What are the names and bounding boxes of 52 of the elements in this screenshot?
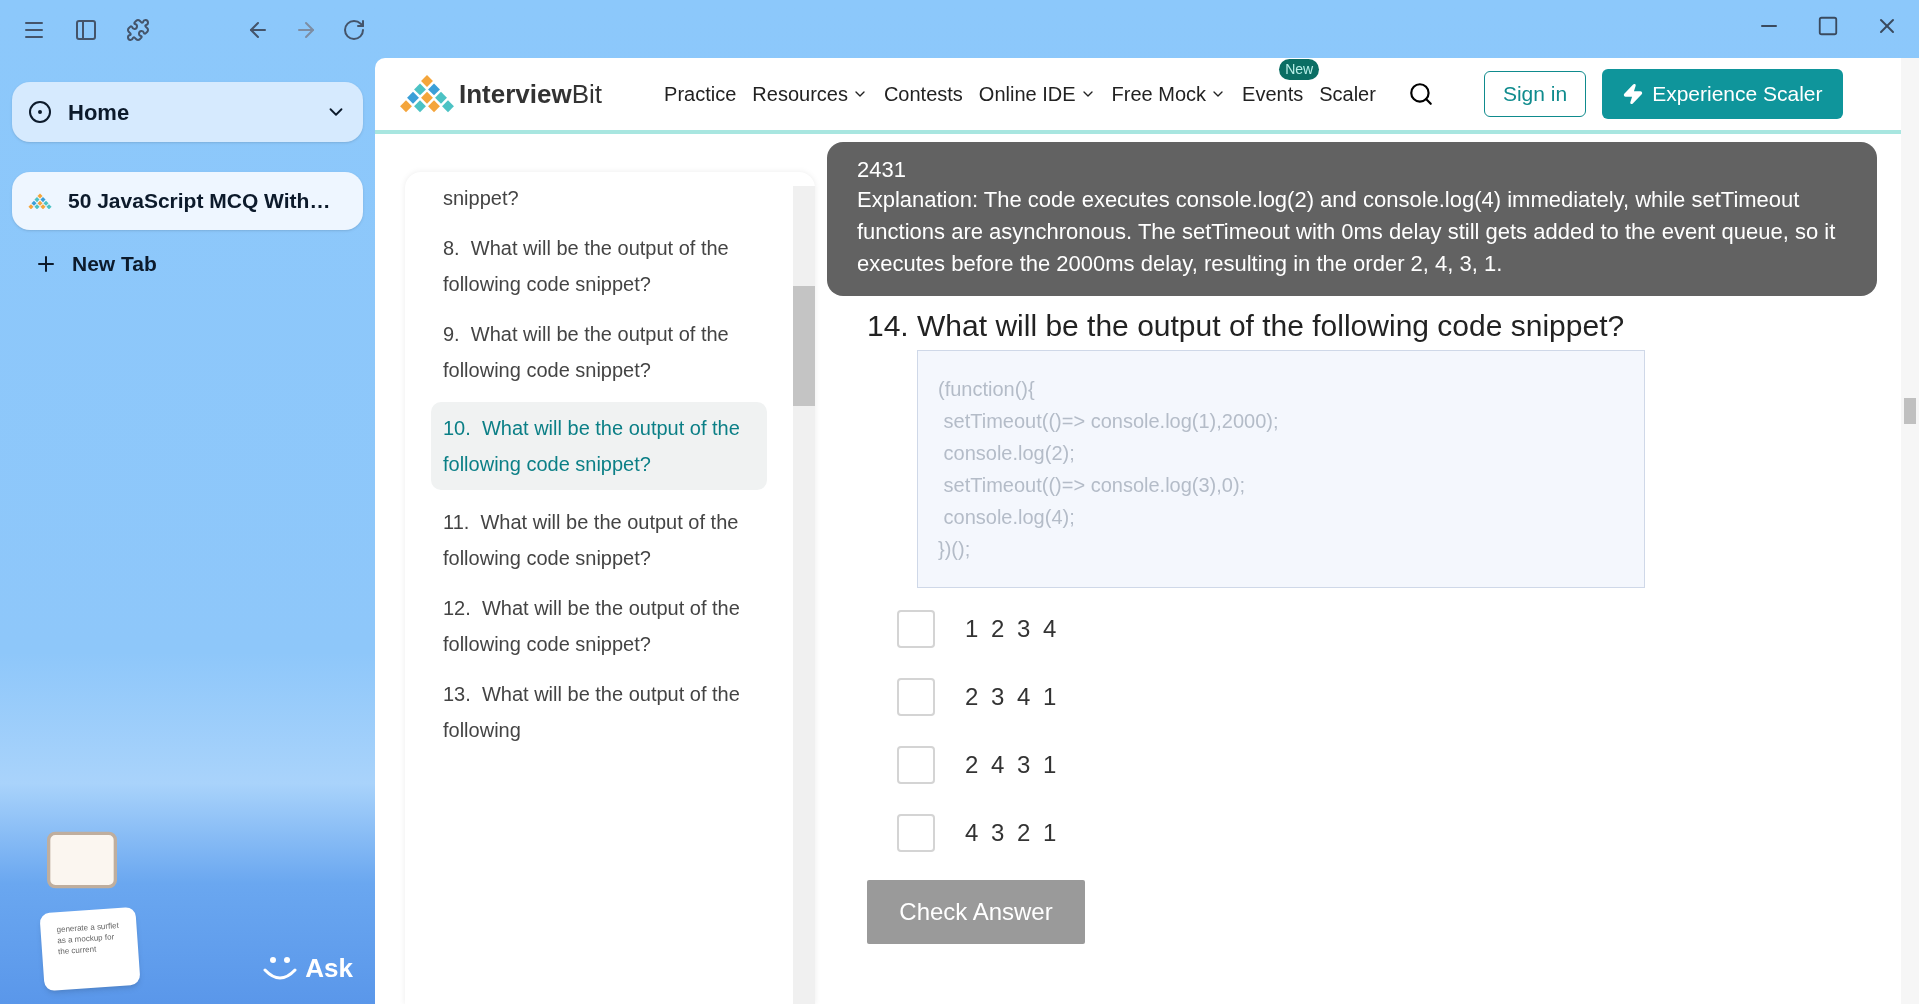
search-icon[interactable] [1407,81,1434,107]
logo-icon [399,74,455,114]
toc-item[interactable]: 13. What will be the output of the following [443,676,755,748]
nav-link[interactable]: Scaler [1319,79,1376,109]
toc-item[interactable]: 10. What will be the output of the following code snippet? [431,402,767,490]
question-title: 14. What will be the output of the following code snippet? [867,308,1626,344]
nav-link[interactable]: Resources [752,79,868,109]
code-line: })(); [938,537,972,562]
note-card[interactable]: generate a surflet as a mockup for the current [39,906,141,992]
reload-icon[interactable] [342,18,366,42]
new-tab-button[interactable]: New Tab [12,244,363,284]
code-line: setTimeout(()=> console.log(3),0); [942,473,1247,498]
toc-item[interactable]: 8. What will be the output of the following code snippet? [443,230,755,302]
toc-item-text[interactable]: snippet? [443,180,755,216]
lightning-icon [1622,83,1645,105]
page-scrollbar-thumb[interactable] [1904,398,1916,424]
toc-item[interactable]: 9. What will be the output of the following code snippet? [443,316,755,388]
checkbox[interactable] [897,610,935,648]
answer-option[interactable]: 2 4 3 1 [897,746,1879,784]
site-logo-text[interactable]: InterviewBit [459,74,603,114]
nav-link[interactable]: Online IDE [978,79,1096,109]
checkbox[interactable] [897,746,935,784]
code-line: setTimeout(()=> console.log(1),2000); [942,409,1280,434]
answer-option[interactable]: 4 3 2 1 [897,814,1879,852]
new-badge: New [1279,59,1320,80]
code-line: console.log(4); [942,505,1076,530]
toc-item[interactable]: 11. What will be the output of the following code snippet? [443,504,755,576]
smile-icon [263,955,298,982]
note-text: generate a surflet as a mockup for the current [56,919,120,958]
answer-text: 2431 [857,156,907,184]
nav-link[interactable]: Practice [664,79,737,109]
scrollbar-thumb[interactable] [793,286,815,406]
maximize-icon[interactable] [1817,14,1839,38]
toc-item[interactable]: 12. What will be the output of the following code snippet? [443,590,755,662]
extensions-icon[interactable] [126,18,150,42]
home-icon [28,100,52,124]
answer-option[interactable]: 1 2 3 4 [897,610,1879,648]
logo-icon [28,192,52,210]
code-line: console.log(2); [942,441,1076,466]
nav-link[interactable]: Events [1242,79,1304,109]
code-line: (function(){ [938,377,1036,402]
checkbox[interactable] [897,814,935,852]
browser-tab[interactable]: 50 JavaScript MCQ With… [12,172,363,230]
nav-link[interactable]: Contests [883,79,963,109]
sign-in-button[interactable]: Sign in [1483,71,1587,117]
answer-option[interactable]: 2 3 4 1 [897,678,1879,716]
sidebar-toggle-icon[interactable] [74,18,98,42]
explanation-text: Explanation: The code executes console.log(2) and console.log(4) immediately, while setTimeout functions are asynchronous. The setTimeout with 0ms delay still gets added to the event queue, so it executes before the 2000ms delay, resulting in the order 2, 4, 3, 1. [857,186,1837,278]
experience-scaler-button[interactable]: Experience Scaler [1602,69,1843,119]
checkbox[interactable] [897,678,935,716]
nav-link[interactable]: Free Mock [1111,79,1227,109]
home-dropdown[interactable]: Home [12,82,363,142]
